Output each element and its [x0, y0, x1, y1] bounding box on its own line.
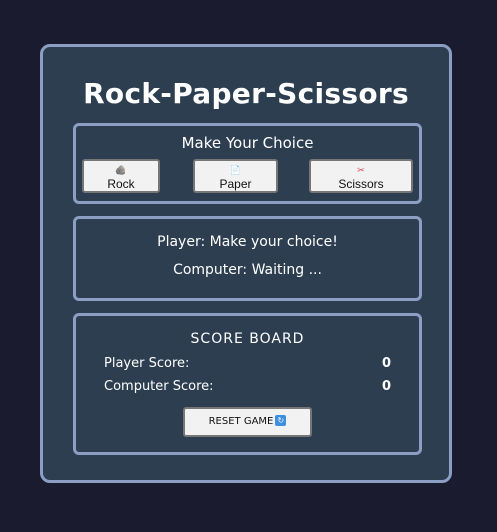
rock-icon: 🪨 — [115, 164, 127, 175]
player-status: Player: Make your choice! — [157, 234, 338, 250]
paper-button[interactable]: 📄 Paper — [193, 159, 278, 193]
computer-status: Computer: Waiting ... — [173, 262, 322, 278]
score-board-heading: SCORE BOARD — [190, 331, 305, 347]
computer-score-value: 0 — [381, 379, 391, 394]
paper-button-label: Paper — [219, 176, 252, 191]
score-board: SCORE BOARD Player Score: 0 Computer Sco… — [73, 313, 422, 455]
scissors-button[interactable]: ✂ Scissors — [309, 159, 413, 193]
player-score-label: Player Score: — [104, 356, 190, 371]
rock-button-label: Rock — [107, 176, 135, 191]
refresh-icon: ↻ — [275, 414, 287, 426]
choice-heading: Make Your Choice — [181, 134, 314, 152]
rock-button[interactable]: 🪨 Rock — [82, 159, 160, 193]
scissors-icon: ✂ — [357, 164, 365, 175]
reset-game-button[interactable]: RESET GAME ↻ — [183, 407, 312, 437]
computer-score-label: Computer Score: — [104, 379, 214, 394]
game-card: Rock-Paper-Scissors Make Your Choice 🪨 R… — [40, 44, 452, 483]
choice-panel: Make Your Choice 🪨 Rock 📄 Paper ✂ Scisso… — [73, 123, 422, 204]
result-panel: Player: Make your choice! Computer: Wait… — [73, 216, 422, 301]
player-score-value: 0 — [381, 356, 391, 371]
scissors-button-label: Scissors — [338, 176, 384, 191]
reset-game-label: RESET GAME — [208, 416, 274, 427]
paper-icon: 📄 — [229, 164, 242, 175]
game-title: Rock-Paper-Scissors — [83, 77, 409, 110]
